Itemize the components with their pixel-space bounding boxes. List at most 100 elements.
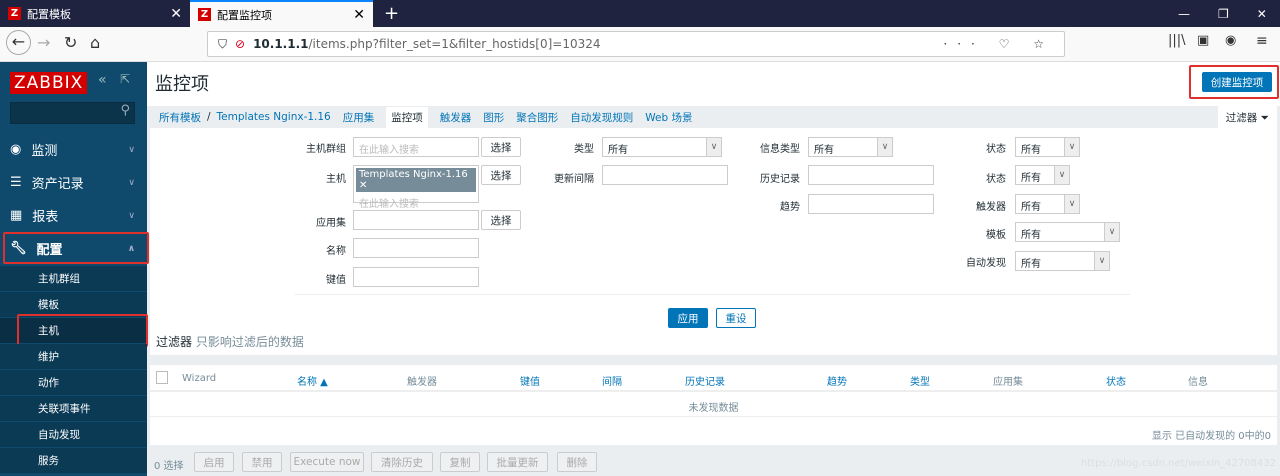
page-actions-icons[interactable]: ··· ♡ ☆ [943,37,1054,51]
label: 状态 [986,174,1006,185]
tab-applications[interactable]: 应用集 [343,110,375,125]
close-icon[interactable]: ✕ [170,6,182,22]
column-header[interactable]: 键值 [520,373,540,388]
disable-button[interactable]: 禁用 [242,452,282,472]
chart-icon: ▦ [10,208,23,223]
tab-web[interactable]: Web 场景 [645,110,692,125]
table-footer: 显示 已自动发现的 0中的0 [1151,431,1271,442]
sidebar-search[interactable]: ⚲ [10,102,135,124]
crumb-all-templates[interactable]: 所有模板 [159,110,201,125]
menu-label: 资产记录 [31,177,84,192]
remove-icon[interactable]: ✕ [359,180,367,191]
select-button[interactable]: 选择 [481,165,521,185]
menu-reports[interactable]: ▦ 报表 ∨ [0,199,147,232]
delete-button[interactable]: 删除 [557,452,597,472]
name-input[interactable] [353,238,479,258]
tab-screens[interactable]: 聚合图形 [516,110,558,125]
select-all-checkbox[interactable] [156,371,168,384]
mass-update-button[interactable]: 批量更新 [487,452,548,472]
column-header[interactable]: 趋势 [827,373,847,388]
menu-inventory[interactable]: ☰ 资产记录 ∨ [0,166,147,199]
column-header[interactable]: 类型 [910,373,930,388]
clear-history-button[interactable]: 清除历史 [371,452,433,472]
type-select[interactable]: 所有 [602,137,722,157]
empty-message: 未发现数据 [688,403,739,414]
submenu-correlation[interactable]: 关联项事件 [0,396,147,421]
select-button[interactable]: 选择 [481,210,521,230]
tab-graphs[interactable]: 图形 [483,110,504,125]
column-header: 应用集 [993,377,1023,388]
label: 主机群组 [306,144,346,155]
close-window-icon[interactable]: ✕ [1257,7,1267,21]
status-select[interactable]: 所有 [1015,165,1070,185]
collapse-icon[interactable]: « [98,72,107,88]
kiosk-icon[interactable]: ⇱ [120,72,130,86]
copy-button[interactable]: 复制 [440,452,480,472]
label: 键值 [326,275,346,286]
label: 更新间隔 [554,174,594,185]
column-header[interactable]: 历史记录 [685,373,725,388]
menu-icon[interactable]: ≡ [1256,33,1268,49]
host-input[interactable]: Templates Nginx-1.16 ✕ 在此输入搜索 [353,165,479,210]
tab-title: 配置监控项 [217,8,272,22]
submenu-services[interactable]: 服务 [0,448,147,473]
submenu-actions[interactable]: 动作 [0,370,147,395]
label: 状态 [986,144,1006,155]
crumb-template[interactable]: Templates Nginx-1.16 [217,111,331,123]
reload-icon[interactable]: ↻ [64,33,77,52]
interval-input[interactable] [602,165,728,185]
insecure-lock-icon: ⊘ [235,37,246,51]
new-tab-button[interactable]: + [376,0,407,27]
enable-button[interactable]: 启用 [194,452,234,472]
label: 名称 [326,246,346,257]
window-controls[interactable]: — ❐ ✕ [1170,0,1275,27]
highlight-box [17,314,148,347]
column-header[interactable]: 名称 ▲ [297,373,328,388]
history-input[interactable] [808,165,934,185]
menu-monitoring[interactable]: ◉ 监测 ∨ [0,133,147,166]
discovery-select[interactable]: 所有 [1015,251,1110,271]
key-input[interactable] [353,267,479,287]
tab-discovery[interactable]: 自动发现规则 [570,110,633,125]
template-select[interactable]: 所有 [1015,222,1120,242]
close-icon[interactable]: ✕ [353,7,365,23]
items-table: Wizard 名称 ▲ 触发器 键值 间隔 历史记录 趋势 类型 应用集 状态 … [150,365,1277,445]
column-header[interactable]: 状态 [1106,373,1126,388]
restore-icon[interactable]: ❐ [1218,7,1229,21]
browser-tab[interactable]: Z 配置模板 ✕ [0,0,190,27]
minimize-icon[interactable]: — [1178,7,1190,21]
apply-button[interactable]: 应用 [668,308,708,328]
info-type-select[interactable]: 所有 [808,137,893,157]
crumb-separator: / [207,111,211,123]
application-input[interactable] [353,210,479,230]
forward-icon[interactable]: → [37,33,50,52]
reset-button[interactable]: 重设 [716,308,756,328]
back-icon[interactable]: ← [6,30,31,55]
submenu-host-groups[interactable]: 主机群组 [0,266,147,291]
browser-tabbar: Z 配置模板 ✕ Z 配置监控项 ✕ + — ❐ ✕ [0,0,1280,27]
submenu-discovery[interactable]: 自动发现 [0,422,147,447]
tab-items[interactable]: 监控项 [386,106,428,128]
url-bar[interactable]: ⛉ ⊘ 10.1.1.1/items.php?filter_set=1&filte… [207,31,1065,57]
label: 触发器 [976,202,1006,213]
zabbix-favicon-icon: Z [8,7,21,20]
execute-now-button[interactable]: Execute now [290,452,364,472]
home-icon[interactable]: ⌂ [90,33,100,52]
menu-label: 监测 [31,144,58,159]
tab-triggers[interactable]: 触发器 [440,110,472,125]
submenu-maintenance[interactable]: 维护 [0,344,147,369]
account-icon[interactable]: ◉ [1225,33,1236,48]
triggers-select[interactable]: 所有 [1015,194,1080,214]
list-icon: ☰ [10,175,22,190]
library-icon[interactable]: |||\ [1168,33,1186,48]
submenu-label: 服务 [38,455,59,467]
sidebar-icon[interactable]: ▣ [1197,33,1209,48]
filter-tab[interactable]: 过滤器 ⏷ [1217,106,1277,130]
select-button[interactable]: 选择 [481,137,521,157]
trends-input[interactable] [808,194,934,214]
browser-tab-active[interactable]: Z 配置监控项 ✕ [190,0,373,27]
host-group-input[interactable]: 在此输入搜索 [353,137,479,157]
state-select[interactable]: 所有 [1015,137,1080,157]
label: 主机 [326,174,346,185]
column-header[interactable]: 间隔 [602,373,622,388]
